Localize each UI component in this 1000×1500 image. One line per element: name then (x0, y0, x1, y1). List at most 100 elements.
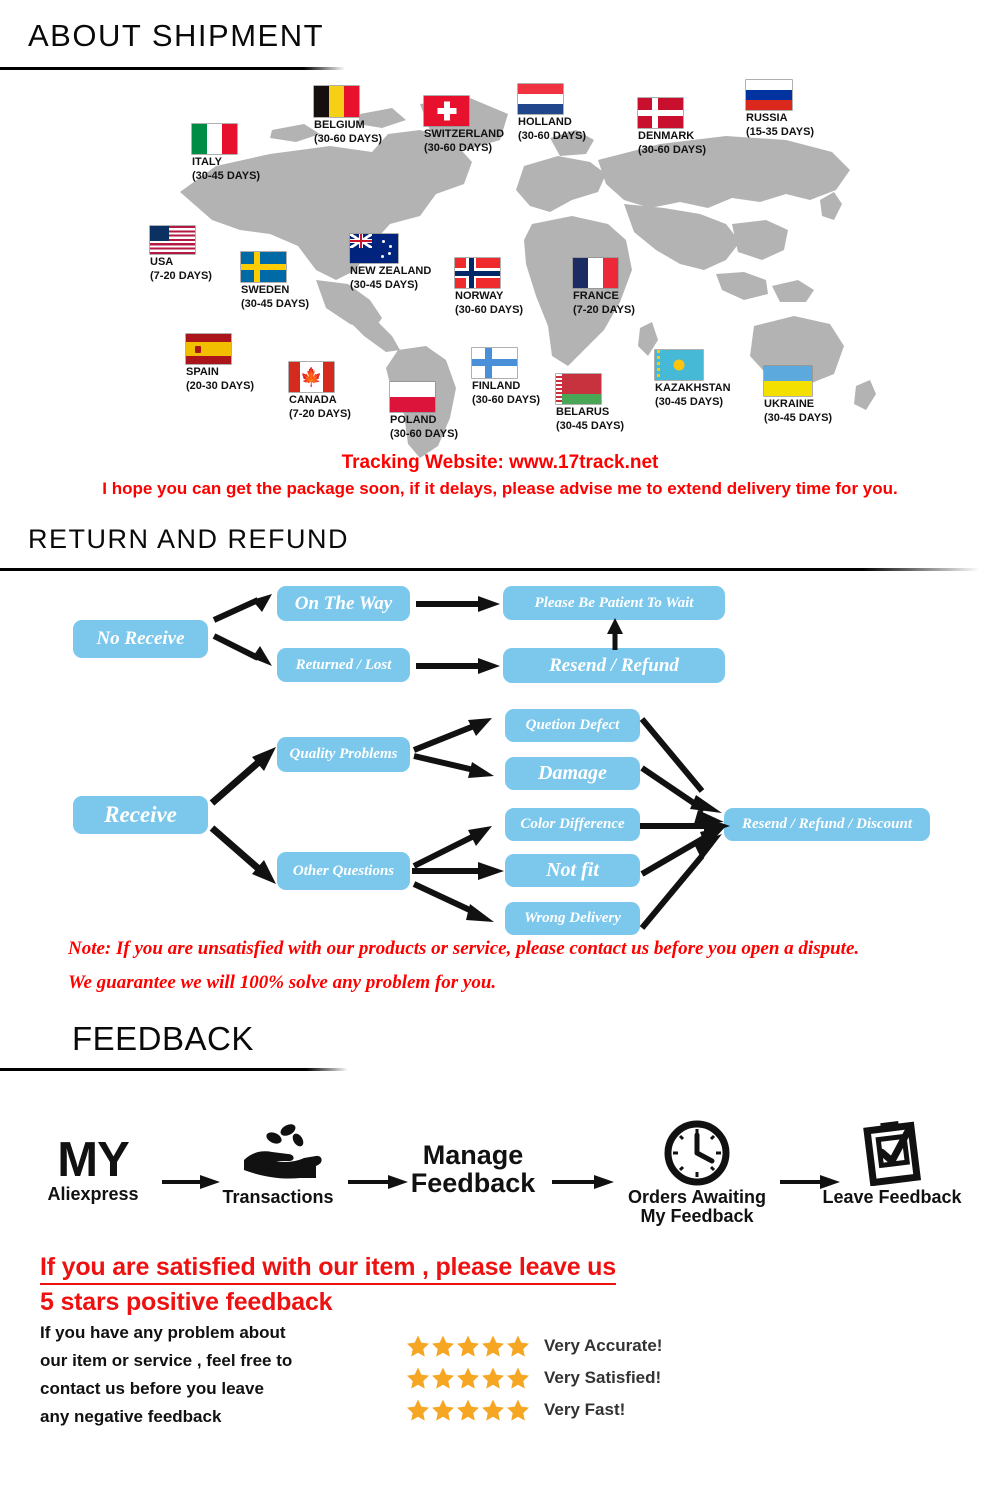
star-icon (482, 1399, 504, 1421)
italy-flag (192, 124, 237, 154)
country-name: FINLAND (472, 380, 521, 392)
tracking-website-line: Tracking Website: www.17track.net (341, 452, 659, 473)
flow-node-damage: Damage (505, 757, 640, 790)
flag-item-finland: FINLAND (30-60 DAYS) (472, 348, 540, 407)
country-days: (30-45 DAYS) (350, 278, 419, 291)
flow-node-other-questions: Other Questions (277, 852, 410, 890)
switzerland-flag (424, 96, 469, 126)
country-days: (30-45 DAYS) (241, 297, 310, 310)
kazakhstan-flag (655, 350, 703, 380)
country-days: (30-60 DAYS) (455, 303, 524, 316)
ukraine-flag (764, 366, 812, 396)
return-note-line-2: We guarantee we will 100% solve any prob… (68, 972, 497, 993)
sweden-flag (241, 252, 286, 282)
star-icon (507, 1367, 529, 1389)
flag-item-new-zealand: NEW ZEALAND (30-45 DAYS) (350, 234, 431, 292)
country-days: (30-60 DAYS) (390, 427, 459, 440)
flag-item-france: FRANCE (7-20 DAYS) (573, 258, 635, 317)
flag-item-sweden: SWEDEN (30-45 DAYS) (241, 252, 309, 311)
star-icon (407, 1367, 429, 1389)
country-name: NORWAY (455, 290, 504, 302)
page-title-feedback: FEEDBACK (72, 1020, 254, 1057)
hand-coins-icon (208, 1122, 348, 1184)
step-label: Leave Feedback (822, 1187, 962, 1207)
flow-node-color-difference: Color Difference (505, 808, 640, 841)
flag-item-denmark: DENMARK (30-60 DAYS) (638, 98, 706, 157)
rating-text: Very Fast! (544, 1400, 626, 1419)
country-name: SWEDEN (241, 284, 290, 296)
arrow-receive-to-quality-problems (209, 745, 284, 809)
flag-item-canada: 🍁 CANADA (7-20 DAYS) (289, 362, 351, 421)
rating-row: Very Satisfied! (406, 1362, 662, 1394)
flag-item-poland: POLAND (30-60 DAYS) (390, 382, 458, 441)
flow-node-not-fit: Not fit (505, 854, 640, 887)
star-icon (482, 1367, 504, 1389)
feedback-step-transactions: Transactions (208, 1122, 348, 1207)
clipboard-check-icon (812, 1120, 972, 1186)
canada-flag: 🍁 (289, 362, 334, 392)
flag-item-belarus: BELARUS (30-45 DAYS) (556, 374, 624, 433)
step-label-top: Orders Awaiting (627, 1187, 767, 1207)
arrow-step-3-to-4 (552, 1172, 616, 1197)
country-name: FRANCE (573, 290, 619, 302)
feedback-step-leave-feedback: Leave Feedback (812, 1120, 972, 1207)
star-icon (457, 1399, 479, 1421)
belgium-flag (314, 86, 359, 117)
country-name: ITALY (192, 156, 222, 168)
star-icon (507, 1335, 529, 1357)
country-name: UKRAINE (764, 398, 815, 410)
flow-node-please-wait: Please Be Patient To Wait (503, 586, 725, 620)
feedback-paragraph-line-4: any negative feedback (40, 1407, 222, 1426)
country-name: USA (150, 256, 174, 268)
flag-item-belgium: BELGIUM (30-60 DAYS) (314, 86, 382, 146)
star-ratings: Very Accurate! Very Satisfied! Very Fast… (406, 1330, 662, 1426)
denmark-flag (638, 98, 683, 128)
country-days: (30-60 DAYS) (518, 129, 587, 142)
step-label: Transactions (222, 1187, 334, 1207)
page-title-return: RETURN AND REFUND (28, 524, 350, 554)
country-days: (30-45 DAYS) (655, 395, 724, 408)
country-days: (30-45 DAYS) (556, 419, 625, 432)
flow-node-wrong-delivery: Wrong Delivery (505, 902, 640, 935)
star-group (406, 1366, 530, 1390)
arrow-no-receive-to-returned-lost (212, 628, 282, 672)
country-name: SPAIN (186, 366, 219, 378)
flow-node-no-receive: No Receive (73, 620, 208, 658)
country-days: (15-35 DAYS) (746, 125, 815, 138)
france-flag (573, 258, 618, 288)
country-name: DENMARK (638, 130, 695, 142)
country-name: KAZAKHSTAN (655, 382, 731, 394)
arrow-returned-lost-to-resend-refund (416, 656, 502, 676)
flag-item-spain: SPAIN (20-30 DAYS) (186, 334, 254, 393)
flow-node-resend-refund-discount: Resend / Refund / Discount (724, 808, 930, 841)
feedback-red-line-1: If you are satisfied with our item , ple… (40, 1253, 616, 1285)
flow-node-receive: Receive (73, 796, 208, 834)
flag-item-holland: HOLLAND (30-60 DAYS) (518, 84, 586, 143)
arrow-on-the-way-to-please-wait (416, 594, 502, 614)
country-days: (7-20 DAYS) (289, 407, 351, 420)
step-label-bottom: My Feedback (640, 1206, 754, 1227)
feedback-label: Feedback (410, 1167, 536, 1198)
flow-node-quality-problems: Quality Problems (277, 737, 410, 772)
star-icon (407, 1335, 429, 1357)
rating-text: Very Accurate! (544, 1336, 663, 1355)
feedback-red-line-2: 5 stars positive feedback (40, 1288, 333, 1316)
page-title-shipment: ABOUT SHIPMENT (28, 18, 325, 53)
poland-flag (390, 382, 435, 412)
star-group (406, 1334, 530, 1358)
star-icon (432, 1367, 454, 1389)
feedback-paragraph-line-1: If you have any problem about (40, 1323, 286, 1342)
spain-flag (186, 334, 231, 364)
delivery-hope-line: I hope you can get the package soon, if … (102, 479, 898, 498)
country-days: (7-20 DAYS) (573, 303, 635, 316)
return-note-line-1: Note: If you are unsatisfied with our pr… (68, 938, 860, 959)
arrow-quality-to-damage (412, 748, 508, 784)
flag-item-italy: ITALY (30-45 DAYS) (192, 124, 260, 183)
flow-node-returned-lost: Returned / Lost (277, 648, 410, 682)
flow-node-resend-refund: Resend / Refund (503, 648, 725, 683)
country-days: (30-45 DAYS) (192, 169, 261, 182)
feedback-steps-flow: MY Aliexpress Transactions Manage Feedba… (0, 1110, 1000, 1235)
flag-item-russia: RUSSIA (15-35 DAYS) (746, 80, 814, 139)
flag-item-kazakhstan: KAZAKHSTAN (30-45 DAYS) (655, 350, 731, 409)
holland-flag (518, 84, 563, 114)
